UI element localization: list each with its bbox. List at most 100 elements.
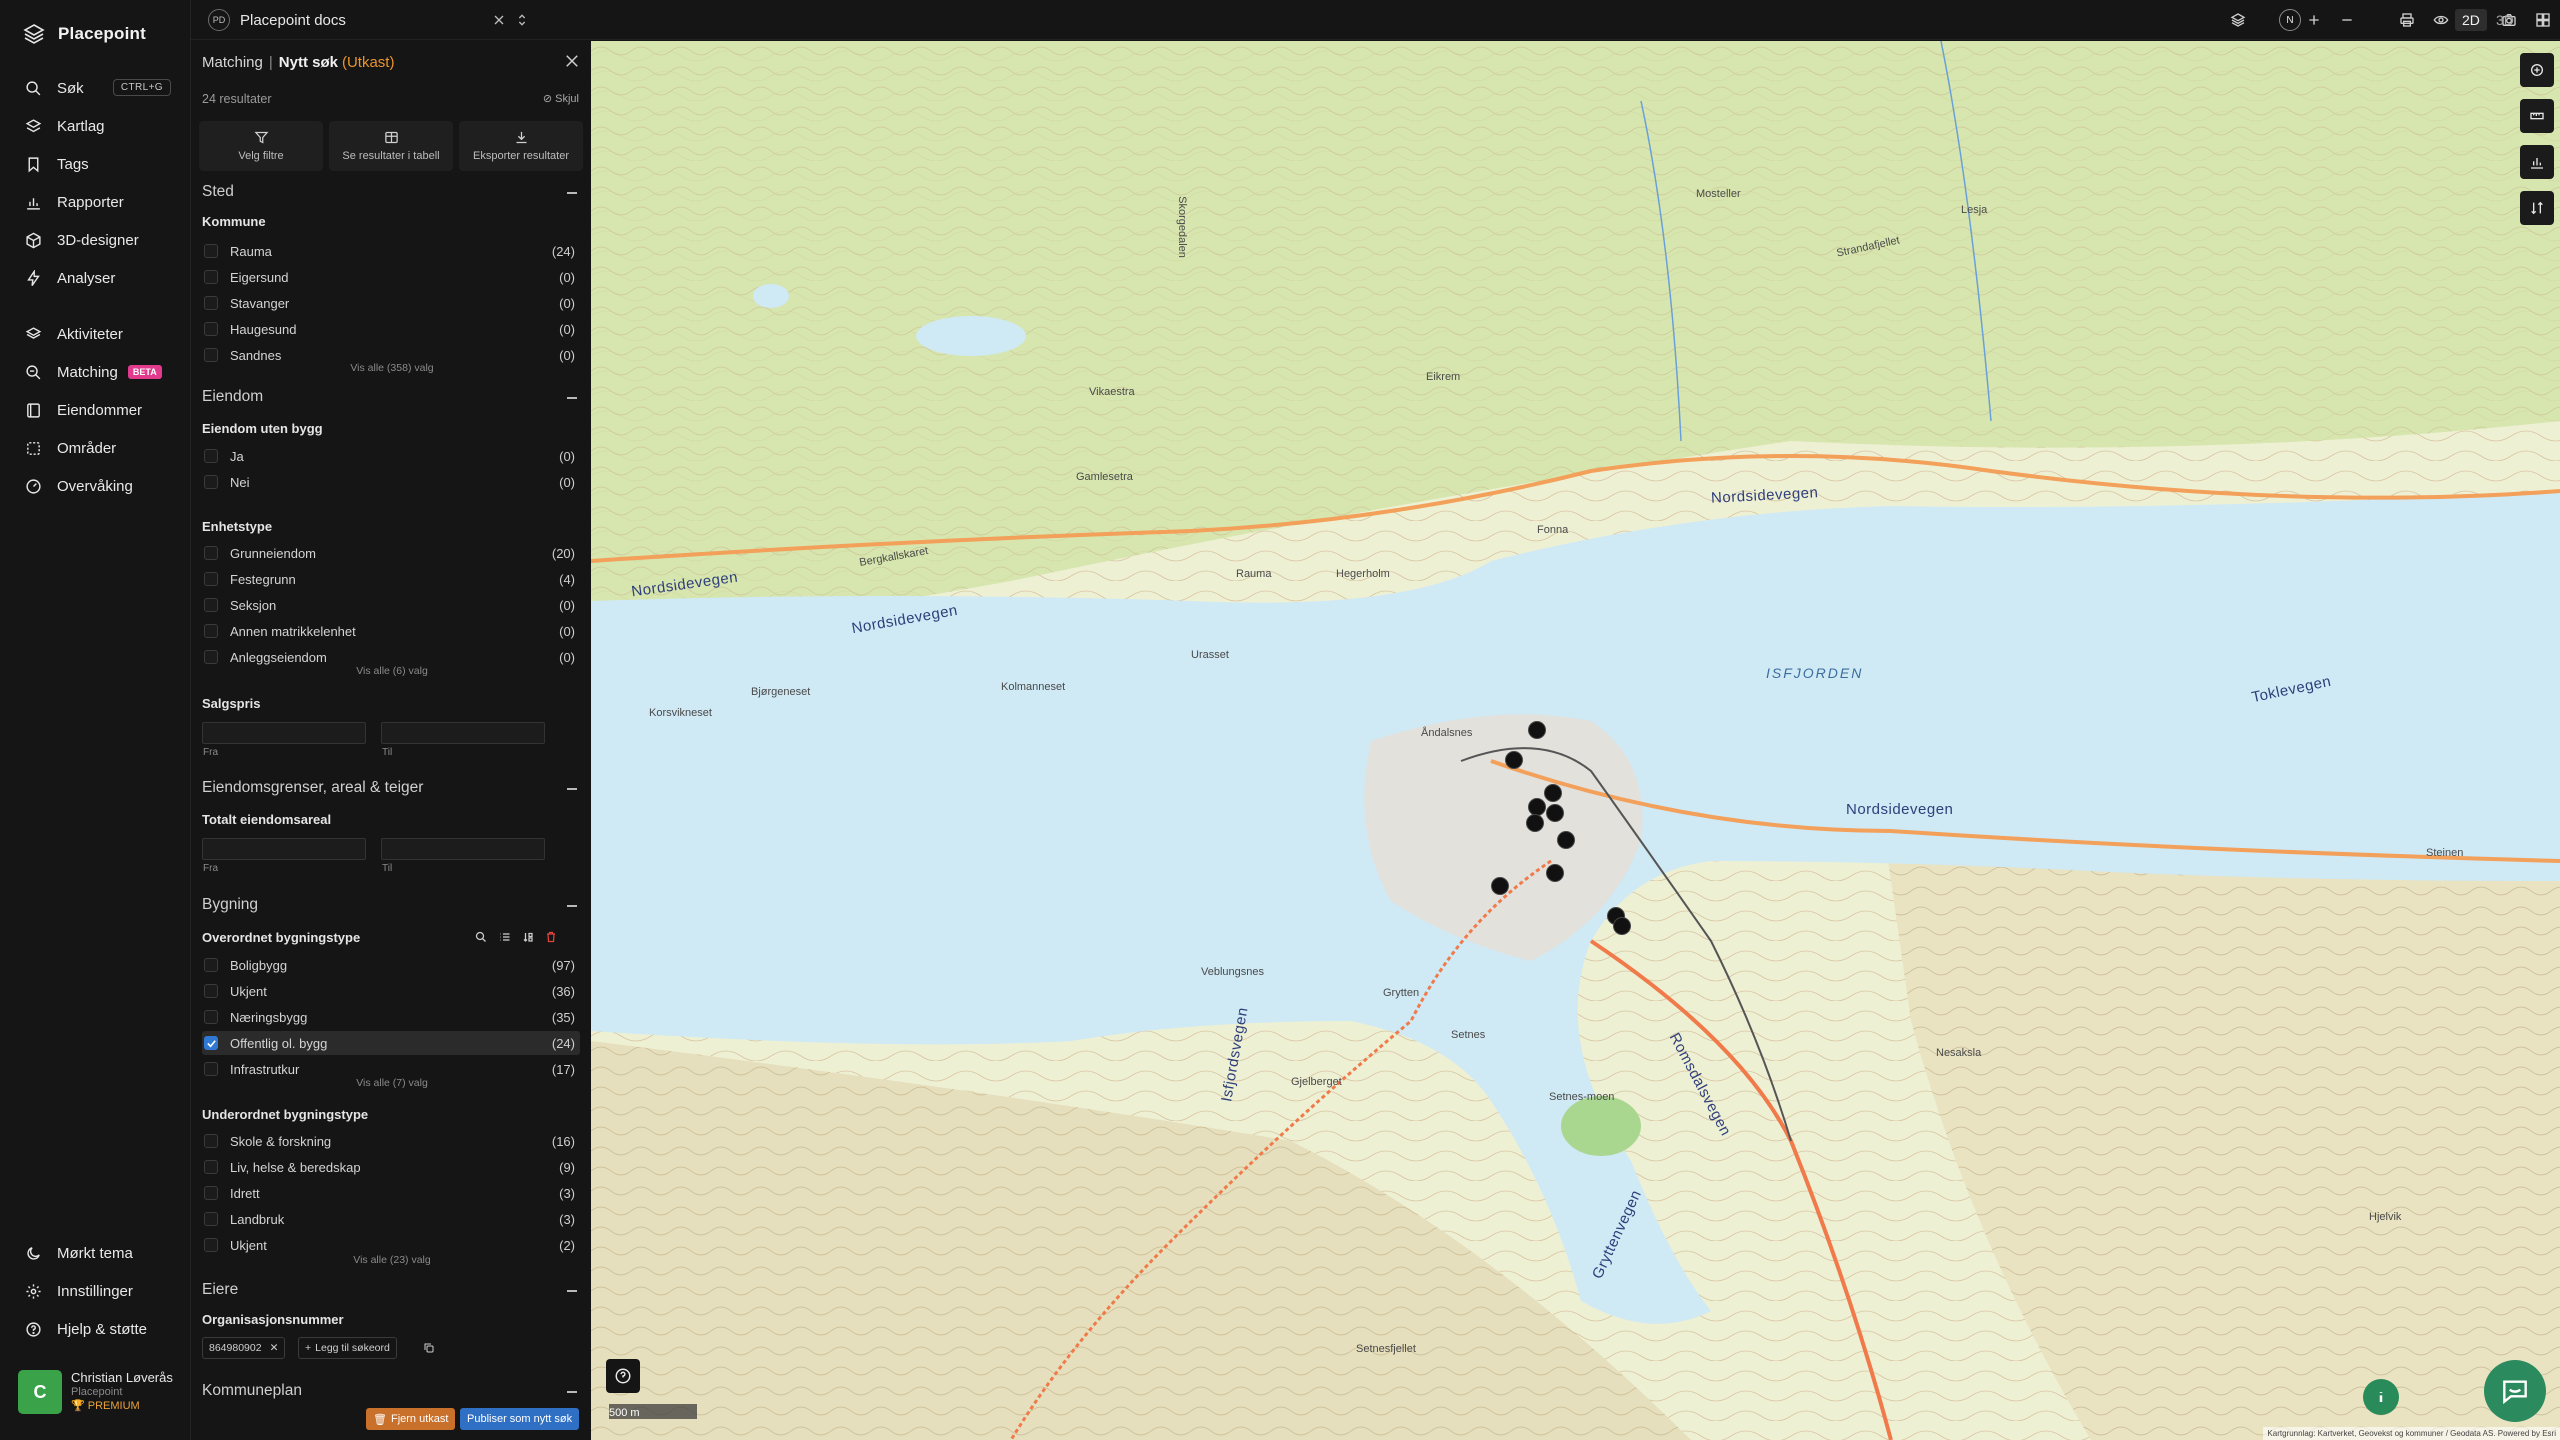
add-keyword-button[interactable]: + Legg til søkeord <box>298 1337 397 1359</box>
close-icon[interactable] <box>563 52 581 70</box>
underordnet-option[interactable]: Idrett (3) <box>202 1181 580 1205</box>
checkbox[interactable] <box>204 650 218 664</box>
clear-workspace-icon[interactable] <box>488 9 510 31</box>
salgspris-to-input[interactable] <box>381 722 545 744</box>
trash-icon[interactable] <box>541 927 561 947</box>
kommune-option[interactable]: Stavanger (0) <box>202 291 580 315</box>
checkbox[interactable] <box>204 1010 218 1024</box>
layers-stack-icon[interactable] <box>2227 9 2249 31</box>
areal-to-input[interactable] <box>381 838 545 860</box>
uten-bygg-option[interactable]: Nei (0) <box>202 470 580 494</box>
checkbox[interactable] <box>204 984 218 998</box>
nav-settings[interactable]: Innstillinger <box>0 1272 191 1310</box>
result-pin[interactable] <box>1546 864 1564 882</box>
info-icon[interactable] <box>2527 9 2549 31</box>
show-all-overordnet[interactable]: Vis alle (7) valg <box>202 1077 582 1089</box>
section-kommuneplan-title[interactable]: Kommuneplan <box>202 1382 302 1400</box>
result-pin[interactable] <box>1505 751 1523 769</box>
result-pin[interactable] <box>1613 917 1631 935</box>
salgspris-from-input[interactable] <box>202 722 366 744</box>
collapse-eiere-button[interactable] <box>567 1290 577 1292</box>
publish-search-button[interactable]: Publiser som nytt søk <box>460 1408 580 1430</box>
nav-analyser[interactable]: Analyser <box>0 259 191 297</box>
overordnet-option[interactable]: Næringsbygg (35) <box>202 1005 580 1029</box>
enhetstype-option[interactable]: Grunneiendom (20) <box>202 541 580 565</box>
list-icon[interactable] <box>495 927 515 947</box>
measure-tool[interactable] <box>2520 99 2554 133</box>
overordnet-option-selected[interactable]: Offentlig ol. bygg (24) <box>202 1031 580 1055</box>
show-table-button[interactable]: Se resultater i tabell <box>329 121 453 171</box>
result-pin[interactable] <box>1526 814 1544 832</box>
nav-tags[interactable]: Tags <box>0 145 191 183</box>
nav-dark-theme[interactable]: Mørkt tema <box>0 1234 191 1272</box>
sort-icon[interactable] <box>518 927 538 947</box>
checkbox-checked[interactable] <box>204 1036 218 1050</box>
checkbox[interactable] <box>204 1134 218 1148</box>
nav-kartlag[interactable]: Kartlag <box>0 107 191 145</box>
kommune-option[interactable]: Haugesund (0) <box>202 317 580 341</box>
breadcrumb-matching[interactable]: Matching <box>202 54 263 71</box>
nav-help[interactable]: Hjelp & støtte <box>0 1310 191 1348</box>
section-grenser-title[interactable]: Eiendomsgrenser, areal & teiger <box>202 779 423 797</box>
collapse-eiendom-button[interactable] <box>567 397 577 399</box>
checkbox[interactable] <box>204 1238 218 1252</box>
collapse-kommuneplan-button[interactable] <box>567 1391 577 1393</box>
export-results-button[interactable]: Eksporter resultater <box>459 121 583 171</box>
overordnet-option[interactable]: Ukjent (36) <box>202 979 580 1003</box>
checkbox[interactable] <box>204 598 218 612</box>
chevron-updown-icon[interactable] <box>511 9 533 31</box>
underordnet-option[interactable]: Skole & forskning (16) <box>202 1129 580 1153</box>
checkbox[interactable] <box>204 572 218 586</box>
remove-draft-button[interactable]: 🗑 Fjern utkast <box>366 1408 456 1430</box>
checkbox[interactable] <box>204 1062 218 1076</box>
result-pin[interactable] <box>1491 877 1509 895</box>
underordnet-option[interactable]: Liv, helse & beredskap (9) <box>202 1155 580 1179</box>
nav-3d-designer[interactable]: 3D-designer <box>0 221 191 259</box>
hide-button[interactable]: ⊘ Skjul <box>543 92 579 105</box>
checkbox[interactable] <box>204 449 218 463</box>
checkbox[interactable] <box>204 1212 218 1226</box>
checkbox[interactable] <box>204 322 218 336</box>
user-profile[interactable]: C Christian Løverås Placepoint 🏆 PREMIUM <box>18 1370 173 1414</box>
choose-filters-button[interactable]: Velg filtre <box>199 121 323 171</box>
section-eiere-title[interactable]: Eiere <box>202 1281 238 1299</box>
nav-rapporter[interactable]: Rapporter <box>0 183 191 221</box>
copy-icon[interactable] <box>419 1338 439 1358</box>
north-compass-icon[interactable]: N <box>2279 9 2301 31</box>
checkbox[interactable] <box>204 348 218 362</box>
zoom-in-icon[interactable] <box>2303 9 2325 31</box>
enhetstype-option[interactable]: Festegrunn (4) <box>202 567 580 591</box>
kommune-option[interactable]: Eigersund (0) <box>202 265 580 289</box>
underordnet-option[interactable]: Landbruk (3) <box>202 1207 580 1231</box>
nav-matching[interactable]: Matching BETA <box>0 353 191 391</box>
checkbox[interactable] <box>204 296 218 310</box>
checkbox[interactable] <box>204 244 218 258</box>
info-button[interactable] <box>2363 1379 2399 1415</box>
map-layer-tool[interactable] <box>2520 53 2554 87</box>
remove-chip-icon[interactable]: ✕ <box>270 1342 279 1354</box>
collapse-bygning-button[interactable] <box>567 905 577 907</box>
result-pin[interactable] <box>1544 784 1562 802</box>
mode-3d-button[interactable]: 3D <box>2489 9 2521 31</box>
collapse-grenser-button[interactable] <box>567 788 577 790</box>
chat-button[interactable] <box>2484 1360 2546 1422</box>
kommune-option[interactable]: Rauma (24) <box>202 239 580 263</box>
result-pin[interactable] <box>1557 831 1575 849</box>
checkbox[interactable] <box>204 958 218 972</box>
nav-aktiviteter[interactable]: Aktiviteter <box>0 315 191 353</box>
show-all-enhetstyper[interactable]: Vis alle (6) valg <box>202 665 582 677</box>
zoom-out-icon[interactable] <box>2336 9 2358 31</box>
nav-omrader[interactable]: Områder <box>0 429 191 467</box>
map-help-button[interactable] <box>606 1359 640 1393</box>
workspace-selector[interactable]: PD Placepoint docs <box>208 9 346 31</box>
nav-eiendommer[interactable]: Eiendommer <box>0 391 191 429</box>
org-number-chip[interactable]: 864980902 ✕ <box>202 1337 286 1359</box>
checkbox[interactable] <box>204 546 218 560</box>
show-all-underordnet[interactable]: Vis alle (23) valg <box>202 1254 582 1266</box>
result-pin[interactable] <box>1546 804 1564 822</box>
checkbox[interactable] <box>204 1186 218 1200</box>
section-sted-title[interactable]: Sted <box>202 183 234 201</box>
areal-from-input[interactable] <box>202 838 366 860</box>
mode-2d-button[interactable]: 2D <box>2455 9 2487 31</box>
nav-search[interactable]: Søk CTRL+G <box>0 69 191 107</box>
